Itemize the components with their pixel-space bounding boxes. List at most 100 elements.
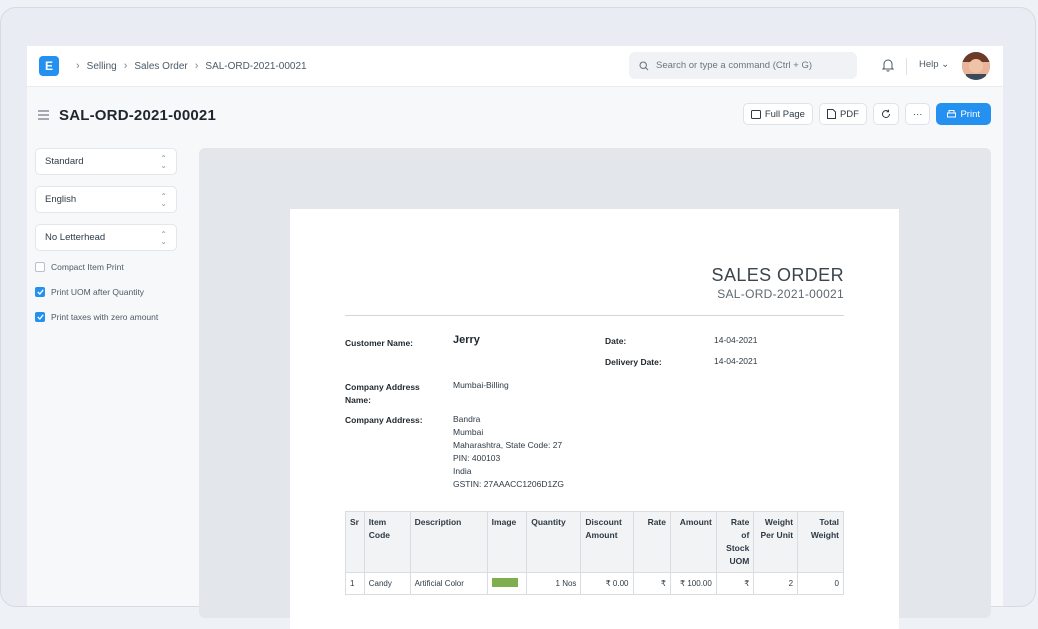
address-line: GSTIN: 27AAACC1206D1ZG xyxy=(453,479,565,489)
checkbox-checked[interactable] xyxy=(35,312,45,322)
date-value: 14-04-2021 xyxy=(714,335,758,345)
page-actions: Full Page PDF ··· Print xyxy=(742,103,991,125)
print-button[interactable]: Print xyxy=(936,103,991,125)
letterhead-value: No Letterhead xyxy=(45,232,106,243)
app-logo[interactable]: E xyxy=(39,56,59,76)
cell-image xyxy=(486,572,528,595)
check-icon xyxy=(36,289,44,295)
heading-divider xyxy=(345,315,844,316)
pdf-label: PDF xyxy=(839,108,859,120)
print-taxes-zero-option[interactable]: Print taxes with zero amount xyxy=(35,312,177,322)
customer-name-label: Customer Name: xyxy=(345,338,414,348)
breadcrumb-document[interactable]: SAL-ORD-2021-00021 xyxy=(205,61,306,72)
company-address-name-label: Company Address Name: xyxy=(345,382,420,405)
col-item-code: Item Code xyxy=(363,511,411,573)
checkbox-checked[interactable] xyxy=(35,287,45,297)
chevron-right-icon: › xyxy=(123,60,128,72)
menu-icon[interactable] xyxy=(37,110,50,120)
cell-rate-stock-uom: ₹ xyxy=(715,572,755,595)
document-number: SAL-ORD-2021-00021 xyxy=(717,287,844,301)
file-icon xyxy=(826,109,836,119)
print-settings-sidebar: Standard ⌃ ⌄ English ⌃ ⌄ No Letterhead ⌃ ⌄ … xyxy=(35,148,177,337)
col-amount: Amount xyxy=(670,511,717,573)
print-preview-area: SALES ORDER SAL-ORD-2021-00021 Customer … xyxy=(199,148,991,629)
cell-discount: ₹ 0.00 xyxy=(580,572,634,595)
print-format-value: Standard xyxy=(45,156,84,167)
print-uom-option[interactable]: Print UOM after Quantity xyxy=(35,287,177,297)
address-line: India xyxy=(453,466,472,476)
page-title: SAL-ORD-2021-00021 xyxy=(59,106,216,124)
date-label: Date: xyxy=(605,336,627,346)
print-label: Print xyxy=(960,108,980,120)
expand-icon xyxy=(750,109,761,119)
printer-icon xyxy=(947,109,957,117)
document-type: SALES ORDER xyxy=(711,265,844,285)
pdf-button[interactable]: PDF xyxy=(818,103,867,125)
item-thumbnail-image xyxy=(491,578,518,587)
address-line: PIN: 400103 xyxy=(453,453,501,463)
breadcrumb: › Selling › Sales Order › SAL-ORD-2021-0… xyxy=(69,60,307,72)
cell-total-weight: 0 xyxy=(797,572,844,595)
updown-chevron-icon: ⌃ ⌄ xyxy=(160,229,167,246)
cell-item-code: Candy xyxy=(363,572,411,595)
notification-bell-icon[interactable] xyxy=(882,58,894,72)
items-table: Sr Item Code Description Image Quantity … xyxy=(345,511,844,595)
breadcrumb-selling[interactable]: Selling xyxy=(87,61,117,72)
refresh-button[interactable] xyxy=(872,103,899,125)
search-placeholder: Search or type a command (Ctrl + G) xyxy=(656,60,813,71)
option-label: Print taxes with zero amount xyxy=(51,312,159,322)
more-button[interactable]: ··· xyxy=(904,103,931,125)
company-address-label: Company Address: xyxy=(345,415,423,425)
address-line: Mumbai xyxy=(453,427,484,437)
full-page-label: Full Page xyxy=(764,108,805,120)
items-header-row: Sr Item Code Description Image Quantity … xyxy=(345,511,844,573)
col-total-weight: Total Weight xyxy=(797,511,844,573)
delivery-date-label: Delivery Date: xyxy=(605,357,662,367)
col-weight-per-unit: Weight Per Unit xyxy=(753,511,799,573)
col-discount-amount: Discount Amount xyxy=(580,511,634,573)
table-row: 1 Candy Artificial Color 1 Nos ₹ 0.00 ₹ … xyxy=(345,572,844,595)
refresh-icon xyxy=(882,109,890,119)
company-address-value: Bandra Mumbai Maharashtra, State Code: 2… xyxy=(453,413,564,491)
cell-quantity: 1 Nos xyxy=(526,572,582,595)
navbar: E › Selling › Sales Order › SAL-ORD-2021… xyxy=(27,46,1003,87)
updown-chevron-icon: ⌃ ⌄ xyxy=(160,153,167,170)
col-sr: Sr xyxy=(345,511,365,573)
cell-rate: ₹ xyxy=(632,572,671,595)
chevron-right-icon: › xyxy=(76,60,80,72)
cell-amount: ₹ 100.00 xyxy=(670,572,717,595)
chevron-down-icon: ⌄ xyxy=(941,59,950,70)
letterhead-select[interactable]: No Letterhead ⌃ ⌄ xyxy=(35,224,177,251)
user-avatar-image xyxy=(962,52,990,80)
search-icon xyxy=(639,60,649,70)
col-rate: Rate xyxy=(632,511,671,573)
more-label: ··· xyxy=(912,108,923,120)
check-icon xyxy=(36,314,44,320)
search-bar[interactable]: Search or type a command (Ctrl + G) xyxy=(629,52,857,79)
col-quantity: Quantity xyxy=(526,511,582,573)
document-heading: SALES ORDER SAL-ORD-2021-00021 xyxy=(712,265,844,301)
compact-item-print-option[interactable]: Compact Item Print xyxy=(35,262,177,272)
help-label: Help xyxy=(919,59,939,70)
full-page-button[interactable]: Full Page xyxy=(742,103,813,125)
checkbox[interactable] xyxy=(35,262,45,272)
customer-name-value: Jerry xyxy=(453,334,480,346)
cell-sr: 1 xyxy=(345,572,365,595)
language-select[interactable]: English ⌃ ⌄ xyxy=(35,186,177,213)
avatar[interactable] xyxy=(962,52,990,80)
chevron-right-icon: › xyxy=(194,60,199,72)
navbar-divider xyxy=(906,58,907,75)
print-format-select[interactable]: Standard ⌃ ⌄ xyxy=(35,148,177,175)
language-value: English xyxy=(45,194,77,205)
company-address-name-value: Mumbai-Billing xyxy=(453,380,509,390)
col-description: Description xyxy=(409,511,488,573)
delivery-date-value: 14-04-2021 xyxy=(714,356,758,366)
page-header: SAL-ORD-2021-00021 Full Page PDF ··· Pri… xyxy=(27,87,1003,143)
breadcrumb-sales-order[interactable]: Sales Order xyxy=(134,61,187,72)
address-line: Bandra xyxy=(453,414,481,424)
option-label: Print UOM after Quantity xyxy=(51,287,145,297)
col-rate-stock-uom: Rate of Stock UOM xyxy=(715,511,755,573)
help-dropdown[interactable]: Help ⌄ xyxy=(919,59,949,70)
address-line: Maharashtra, State Code: 27 xyxy=(453,440,563,450)
cell-description: Artificial Color xyxy=(409,572,488,595)
